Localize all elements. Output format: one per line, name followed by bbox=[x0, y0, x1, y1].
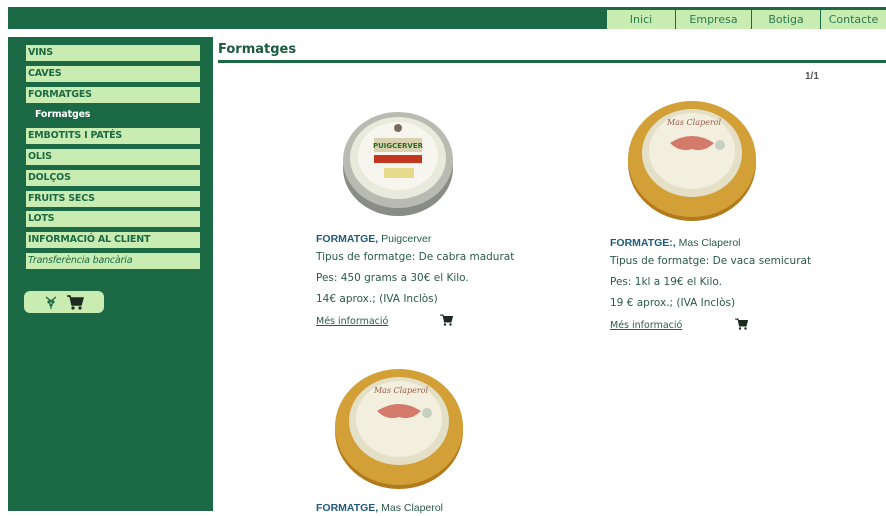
grapes-icon bbox=[45, 296, 57, 309]
svg-text:Mas Claperol: Mas Claperol bbox=[373, 386, 429, 395]
sidebar-item-embotits[interactable]: EMBOTITS I PATÉS bbox=[26, 128, 200, 145]
product-more-info-link[interactable]: Més informació bbox=[316, 316, 388, 327]
product-title: FORMATGE, Mas Claperol bbox=[316, 502, 443, 514]
sidebar: VINS CAVES FORMATGES Formatges EMBOTITS … bbox=[8, 37, 213, 511]
nav-botiga[interactable]: Botiga bbox=[751, 10, 820, 29]
product-info-1: FORMATGE, Puigcerver Tipus de formatge: … bbox=[316, 231, 514, 332]
product-more-info-link[interactable]: Més informació bbox=[610, 320, 682, 331]
sidebar-subitem-formatges[interactable]: Formatges bbox=[26, 107, 200, 123]
sidebar-item-fruits-secs[interactable]: FRUITS SECS bbox=[26, 190, 200, 207]
sidebar-item-informacio[interactable]: INFORMACIÓ AL CLIENT bbox=[26, 232, 200, 249]
top-nav: Inici Empresa Botiga Contacte bbox=[606, 7, 886, 29]
svg-text:Mas Claperol: Mas Claperol bbox=[666, 118, 722, 127]
title-divider bbox=[218, 60, 886, 63]
sidebar-item-caves[interactable]: CAVES bbox=[26, 65, 200, 82]
sidebar-item-olis[interactable]: OLIS bbox=[26, 148, 200, 165]
cheese-image[interactable]: Mas Claperol bbox=[333, 363, 465, 491]
nav-empresa[interactable]: Empresa bbox=[675, 10, 751, 29]
product-info-3: FORMATGE, Mas Claperol bbox=[316, 500, 443, 516]
sidebar-item-dolcos[interactable]: DOLÇOS bbox=[26, 169, 200, 186]
product-title: FORMATGE:, Mas Claperol bbox=[610, 237, 741, 249]
sidebar-item-transferencia[interactable]: Transferència bancària bbox=[26, 252, 200, 269]
category-menu: VINS CAVES FORMATGES Formatges EMBOTITS … bbox=[26, 45, 200, 274]
nav-contacte[interactable]: Contacte bbox=[820, 10, 886, 29]
cheese-image[interactable]: Mas Claperol bbox=[626, 95, 758, 223]
add-to-cart-icon[interactable] bbox=[735, 318, 748, 330]
nav-inici[interactable]: Inici bbox=[606, 10, 675, 29]
sidebar-item-vins[interactable]: VINS bbox=[26, 45, 200, 61]
product-price: 19 € aprox.; (IVA Inclòs) bbox=[610, 297, 736, 309]
product-title: FORMATGE, Puigcerver bbox=[316, 233, 432, 245]
cheese-image[interactable]: PUIGCERVER bbox=[340, 98, 456, 218]
svg-text:PUIGCERVER: PUIGCERVER bbox=[373, 142, 424, 150]
product-info-2: FORMATGE:, Mas Claperol Tipus de formatg… bbox=[610, 235, 811, 336]
product-type: Tipus de formatge: De vaca semicurat bbox=[610, 255, 812, 267]
product-weight: Pes: 1kl a 19€ el Kilo. bbox=[610, 276, 722, 288]
cart-box[interactable] bbox=[24, 291, 104, 313]
top-bar: Inici Empresa Botiga Contacte bbox=[8, 7, 886, 29]
page-title: Formatges bbox=[218, 42, 297, 57]
product-price: 14€ aprox.; (IVA Inclòs) bbox=[316, 293, 438, 305]
add-to-cart-icon[interactable] bbox=[440, 314, 453, 326]
pagination-indicator: 1/1 bbox=[805, 71, 819, 82]
shopping-cart-icon bbox=[67, 294, 84, 310]
sidebar-item-formatges[interactable]: FORMATGES bbox=[26, 86, 200, 103]
product-weight: Pes: 450 grams a 30€ el Kilo. bbox=[316, 272, 469, 284]
product-type: Tipus de formatge: De cabra madurat bbox=[316, 251, 515, 263]
sidebar-item-lots[interactable]: LOTS bbox=[26, 211, 200, 228]
